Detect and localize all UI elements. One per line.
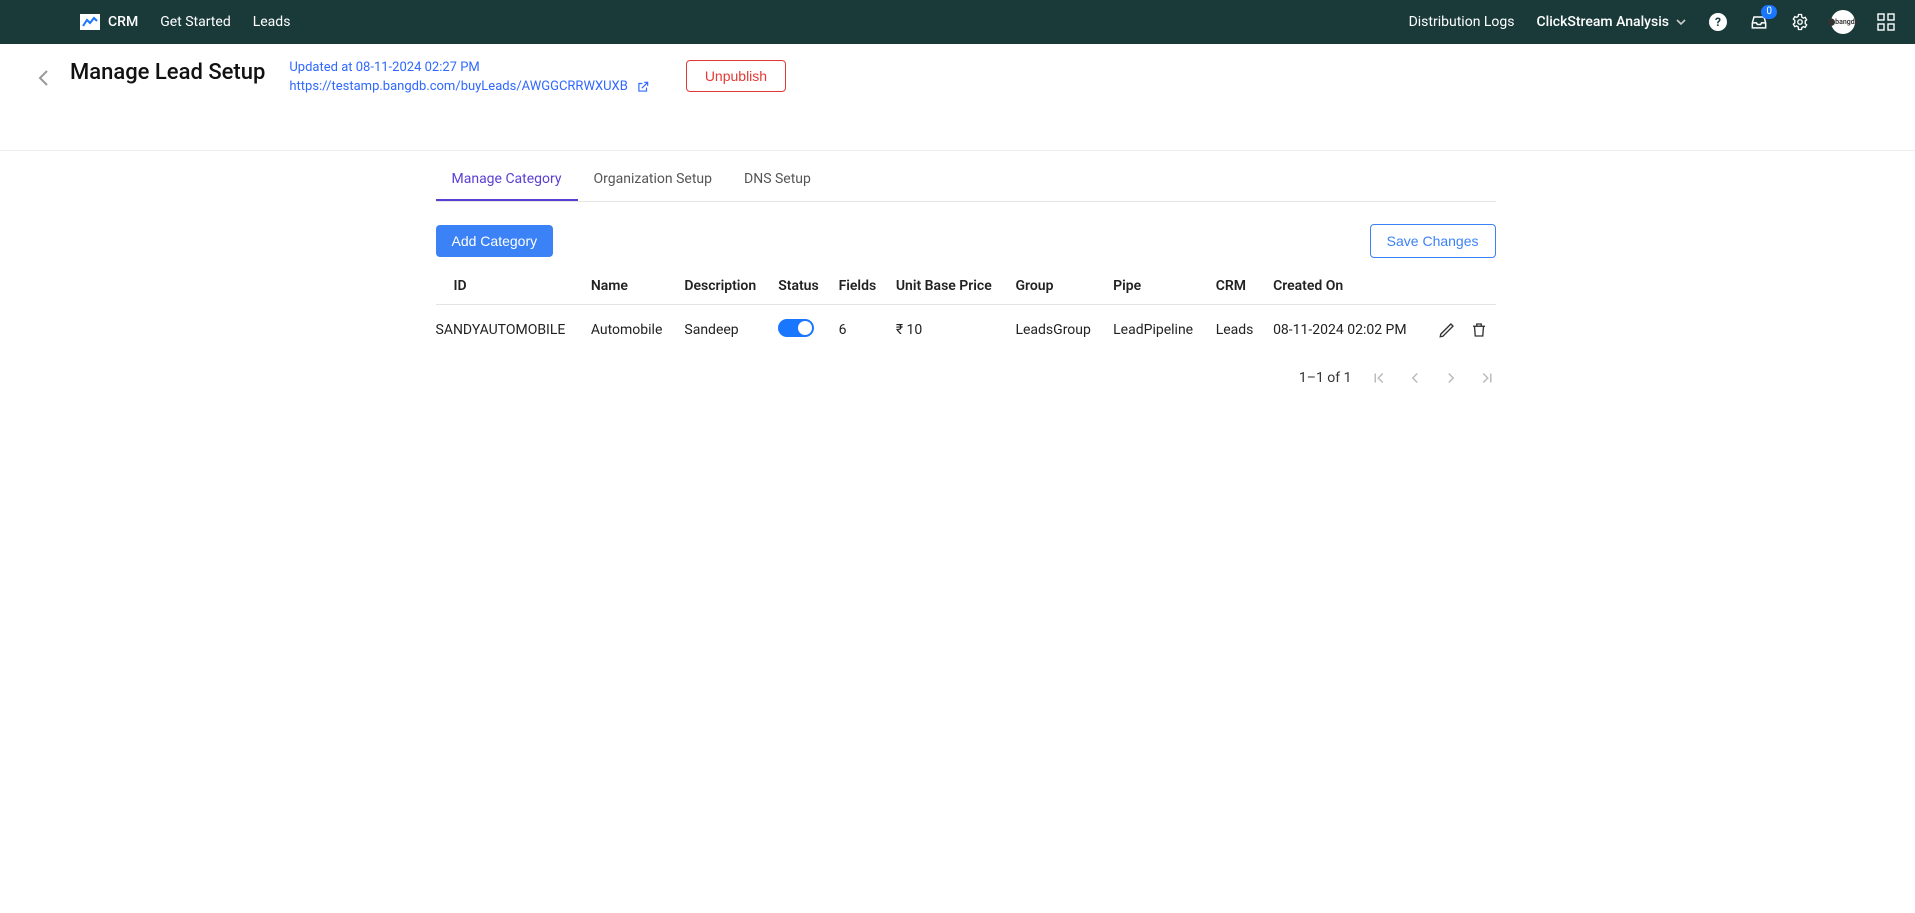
col-fields: Fields: [831, 268, 888, 305]
cell-actions: [1425, 305, 1496, 356]
col-name: Name: [583, 268, 677, 305]
save-changes-button[interactable]: Save Changes: [1370, 224, 1496, 258]
cell-created-on: 08-11-2024 02:02 PM: [1265, 305, 1425, 356]
table-toolbar: Add Category Save Changes: [436, 224, 1496, 258]
apps-grid-icon: [1877, 13, 1895, 31]
help-button[interactable]: ?: [1709, 13, 1727, 31]
page-header-section: Manage Lead Setup Updated at 08-11-2024 …: [0, 44, 1915, 122]
content-area: Manage Category Organization Setup DNS S…: [436, 161, 1496, 387]
open-external-button[interactable]: [636, 80, 650, 94]
cell-fields: 6: [831, 305, 888, 356]
col-status: Status: [770, 268, 830, 305]
cell-pipe: LeadPipeline: [1105, 305, 1208, 356]
edit-button[interactable]: [1438, 321, 1456, 339]
top-navbar: CRM Get Started Leads Distribution Logs …: [0, 0, 1915, 44]
cell-status: [770, 305, 830, 356]
col-group: Group: [1007, 268, 1105, 305]
category-table: ID Name Description Status Fields Unit B…: [436, 268, 1496, 355]
chevron-right-icon: [1442, 369, 1460, 387]
settings-button[interactable]: [1791, 13, 1809, 31]
nav-right: Distribution Logs ClickStream Analysis ?…: [1409, 10, 1895, 34]
dropdown-label: ClickStream Analysis: [1537, 14, 1669, 30]
pagination-label: 1–1 of 1: [1299, 370, 1352, 386]
col-created-on: Created On: [1265, 268, 1425, 305]
cell-group: LeadsGroup: [1007, 305, 1105, 356]
col-id: ID: [436, 268, 583, 305]
page-last-button[interactable]: [1478, 369, 1496, 387]
status-toggle[interactable]: [778, 319, 814, 337]
table-row: SANDYAUTOMOBILE Automobile Sandeep 6 ₹ 1…: [436, 305, 1496, 356]
cell-name: Automobile: [583, 305, 677, 356]
pencil-icon: [1438, 321, 1456, 339]
external-link-icon: [636, 80, 650, 94]
header-divider: [0, 150, 1915, 151]
table-head: ID Name Description Status Fields Unit B…: [436, 268, 1496, 305]
nav-link-distribution-logs[interactable]: Distribution Logs: [1409, 14, 1515, 30]
col-description: Description: [676, 268, 770, 305]
tab-bar: Manage Category Organization Setup DNS S…: [436, 161, 1496, 202]
cell-crm: Leads: [1208, 305, 1265, 356]
chevron-down-icon: [1675, 16, 1687, 28]
page-next-button[interactable]: [1442, 369, 1460, 387]
cell-id: SANDYAUTOMOBILE: [436, 305, 583, 356]
setup-url-link[interactable]: https://testamp.bangdb.com/buyLeads/AWGG…: [289, 79, 627, 94]
page-first-button[interactable]: [1370, 369, 1388, 387]
brand-text: CRM: [108, 14, 138, 30]
page-header: Manage Lead Setup Updated at 08-11-2024 …: [36, 60, 1903, 94]
clickstream-dropdown[interactable]: ClickStream Analysis: [1537, 14, 1687, 30]
table-body: SANDYAUTOMOBILE Automobile Sandeep 6 ₹ 1…: [436, 305, 1496, 356]
inbox-badge: 0: [1761, 5, 1777, 19]
tab-organization-setup[interactable]: Organization Setup: [578, 161, 729, 201]
page-last-icon: [1478, 369, 1496, 387]
back-button[interactable]: [36, 66, 52, 90]
inbox-button[interactable]: 0: [1749, 12, 1769, 32]
pagination: 1–1 of 1: [436, 369, 1496, 387]
trash-icon: [1470, 321, 1488, 339]
meta-block: Updated at 08-11-2024 02:27 PM https://t…: [289, 60, 649, 94]
col-actions: [1425, 268, 1496, 305]
nav-left: CRM Get Started Leads: [80, 14, 290, 30]
updated-at-text: Updated at 08-11-2024 02:27 PM: [289, 60, 649, 75]
nav-link-leads[interactable]: Leads: [253, 14, 291, 30]
chevron-left-icon: [1406, 369, 1424, 387]
unpublish-button[interactable]: Unpublish: [686, 60, 786, 92]
cell-description: Sandeep: [676, 305, 770, 356]
cell-price: ₹ 10: [888, 305, 1008, 356]
page-prev-button[interactable]: [1406, 369, 1424, 387]
col-crm: CRM: [1208, 268, 1265, 305]
gear-icon: [1791, 13, 1809, 31]
page-first-icon: [1370, 369, 1388, 387]
page-title: Manage Lead Setup: [70, 60, 265, 85]
url-row: https://testamp.bangdb.com/buyLeads/AWGG…: [289, 79, 649, 94]
col-price: Unit Base Price: [888, 268, 1008, 305]
brand-logo-icon: [80, 14, 100, 30]
help-icon: ?: [1709, 13, 1727, 31]
nav-link-get-started[interactable]: Get Started: [160, 14, 231, 30]
apps-button[interactable]: [1877, 13, 1895, 31]
brand[interactable]: CRM: [80, 14, 138, 30]
add-category-button[interactable]: Add Category: [436, 225, 554, 257]
delete-button[interactable]: [1470, 321, 1488, 339]
tab-dns-setup[interactable]: DNS Setup: [728, 161, 827, 201]
avatar[interactable]: ⬤bangdb: [1831, 10, 1855, 34]
chevron-left-icon: [36, 66, 52, 90]
col-pipe: Pipe: [1105, 268, 1208, 305]
tab-manage-category[interactable]: Manage Category: [436, 161, 578, 201]
